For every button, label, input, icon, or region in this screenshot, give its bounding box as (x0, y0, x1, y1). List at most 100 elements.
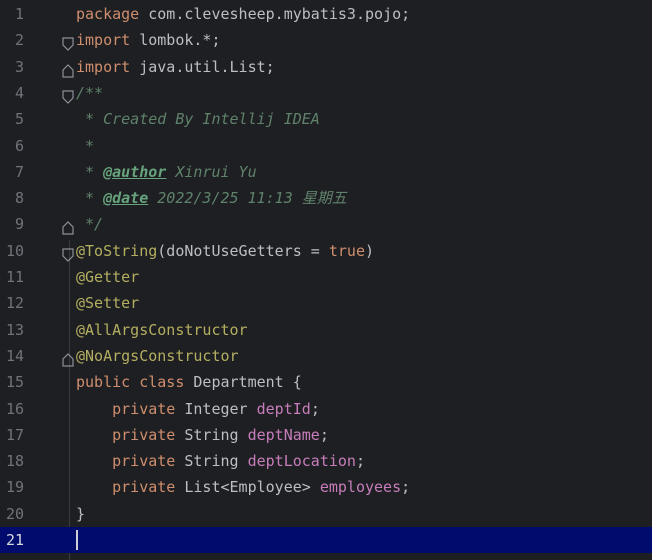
code-token: */ (76, 215, 104, 234)
code-line[interactable]: 1 package com.clevesheep.mybatis3.pojo; (0, 1, 652, 27)
line-number: 10 (5, 241, 24, 260)
code-text[interactable]: import java.util.List; (76, 54, 275, 80)
code-line[interactable]: 19 private List<Employee> employees; (0, 474, 652, 500)
code-line[interactable]: 15 public class Department { (0, 369, 652, 395)
code-token: * (76, 162, 104, 181)
code-token: employees (319, 478, 402, 497)
code-text[interactable]: private List<Employee> employees; (76, 474, 410, 500)
line-number: 3 (14, 57, 24, 76)
code-text[interactable]: import lombok.*; (76, 27, 221, 53)
line-number: 6 (14, 136, 24, 155)
code-text[interactable]: * @date 2022/3/25 11:13 星期五 (76, 185, 347, 211)
code-text[interactable]: * Created By Intellij IDEA (76, 106, 320, 132)
code-line[interactable]: 5 * Created By Intellij IDEA (0, 106, 652, 132)
code-token: ; (401, 478, 411, 497)
code-line[interactable]: 13 @AllArgsConstructor (0, 317, 652, 343)
code-token: Department { (193, 373, 302, 392)
code-token: @author (103, 162, 167, 181)
fold-marker-icon[interactable] (62, 33, 74, 52)
line-number: 14 (5, 346, 24, 365)
line-number: 15 (5, 373, 24, 392)
line-number: 19 (5, 478, 24, 497)
code-token: @NoArgsConstructor (76, 346, 239, 365)
code-token: (doNotUseGetters = (157, 241, 329, 260)
code-text[interactable]: private String deptName; (76, 422, 329, 448)
line-number: 9 (14, 215, 24, 234)
code-token: private (76, 478, 185, 497)
code-line[interactable]: 11 @Getter (0, 264, 652, 290)
code-token: import (76, 57, 140, 76)
code-token: List<Employee> (184, 478, 320, 497)
line-number: 16 (5, 399, 24, 418)
code-line[interactable]: 18 private String deptLocation; (0, 448, 652, 474)
code-token: * Created By Intellij IDEA (76, 110, 320, 129)
line-number: 21 (5, 531, 24, 549)
code-token: ; (355, 452, 365, 471)
code-text[interactable]: * @author Xinrui Yu (76, 159, 257, 185)
code-token: private (76, 425, 185, 444)
line-number: 13 (5, 320, 24, 339)
line-number: 20 (5, 504, 24, 523)
code-token: } (76, 504, 86, 523)
line-number: 1 (14, 5, 24, 23)
code-text[interactable]: private String deptLocation; (76, 448, 365, 474)
code-text[interactable]: } (76, 501, 85, 527)
code-token: private (76, 452, 185, 471)
code-token: String (184, 452, 248, 471)
line-number: 7 (14, 162, 24, 181)
fold-marker-icon[interactable] (62, 349, 74, 367)
fold-marker-icon[interactable] (62, 86, 74, 104)
code-text[interactable]: package com.clevesheep.mybatis3.pojo; (76, 1, 410, 27)
code-text[interactable]: @AllArgsConstructor (76, 317, 248, 343)
code-token: @AllArgsConstructor (76, 320, 248, 339)
line-number: 12 (5, 294, 24, 313)
code-line[interactable]: 16 private Integer deptId; (0, 396, 652, 422)
code-token: ; (310, 399, 320, 418)
code-line[interactable]: 2 import lombok.*; (0, 27, 652, 53)
code-token: @Setter (76, 294, 140, 313)
fold-marker-icon[interactable] (62, 244, 74, 262)
code-token: com.clevesheep.mybatis3.pojo; (148, 5, 411, 23)
code-text[interactable]: */ (76, 211, 103, 237)
code-token: * (76, 189, 104, 208)
code-line[interactable]: 3 import java.util.List; (0, 54, 652, 80)
code-line[interactable]: 17 private String deptName; (0, 422, 652, 448)
code-token: ) (365, 241, 375, 260)
code-text[interactable]: /** (76, 80, 103, 106)
code-token: lombok.*; (139, 31, 221, 50)
line-number: 17 (5, 425, 24, 444)
code-text[interactable]: @NoArgsConstructor (76, 343, 239, 369)
code-line[interactable]: 4 /** (0, 80, 652, 106)
code-token: String (184, 425, 248, 444)
code-line[interactable]: 6 * (0, 133, 652, 159)
line-number: 4 (14, 83, 24, 102)
code-editor[interactable]: 1 package com.clevesheep.mybatis3.pojo; 2 i… (0, 0, 652, 560)
code-line[interactable]: 10 @ToString(doNotUseGetters = true) (0, 238, 652, 264)
code-line[interactable]: 9 */ (0, 211, 652, 237)
code-token: @Getter (76, 268, 140, 286)
code-token: import (76, 31, 140, 50)
text-caret (76, 530, 78, 550)
code-token: true (328, 241, 365, 260)
code-token: ; (319, 425, 329, 444)
code-text[interactable]: @Setter (76, 290, 139, 316)
code-token: deptName (247, 425, 320, 444)
code-line[interactable]: 20} (0, 501, 652, 527)
code-line[interactable]: 12 @Setter (0, 290, 652, 316)
code-line[interactable]: 7 * @author Xinrui Yu (0, 159, 652, 185)
code-line[interactable]: 21 (0, 527, 652, 553)
fold-marker-icon[interactable] (62, 217, 74, 235)
fold-marker-icon[interactable] (62, 60, 74, 78)
code-text[interactable]: public class Department { (76, 369, 302, 395)
code-text[interactable]: private Integer deptId; (76, 396, 320, 422)
code-text[interactable]: * (76, 133, 94, 159)
code-token: 2022/3/25 11:13 星期五 (148, 189, 347, 208)
line-number: 5 (14, 110, 24, 129)
code-token: public class (76, 373, 194, 392)
code-token: @date (103, 189, 149, 208)
code-line[interactable]: 14 @NoArgsConstructor (0, 343, 652, 369)
code-token: java.util.List; (139, 57, 275, 76)
code-text[interactable]: @Getter (76, 264, 139, 290)
code-line[interactable]: 8 * @date 2022/3/25 11:13 星期五 (0, 185, 652, 211)
code-text[interactable]: @ToString(doNotUseGetters = true) (76, 238, 374, 264)
